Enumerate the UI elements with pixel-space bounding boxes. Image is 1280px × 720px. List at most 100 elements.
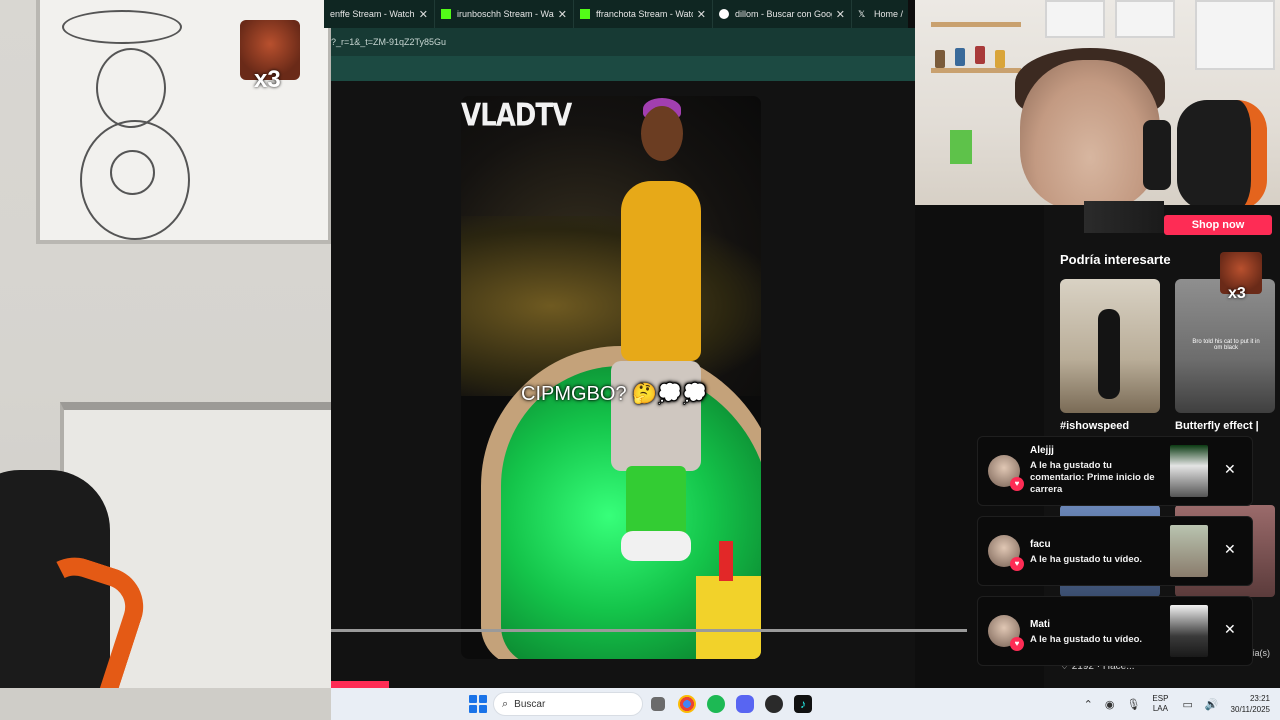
tab-label: enffe Stream - Watch Li (330, 9, 415, 19)
wall-poster (1195, 0, 1275, 70)
video-person-shoes (621, 531, 691, 561)
heart-icon: ♥ (1010, 557, 1024, 571)
chrome-icon[interactable] (678, 695, 696, 713)
close-icon[interactable]: ✕ (697, 8, 706, 21)
close-icon[interactable]: ✕ (558, 8, 567, 21)
heart-icon: ♥ (1010, 637, 1024, 651)
close-icon[interactable]: ✕ (836, 8, 845, 21)
avatar: ♥ (988, 615, 1024, 651)
video-person-head (641, 106, 683, 161)
tab-bar: enffe Stream - Watch Li ✕ irunboschh Str… (324, 0, 908, 28)
tab-enffe[interactable]: enffe Stream - Watch Li ✕ (324, 0, 435, 28)
video-player[interactable]: VLADTV CIPMGBO? 🤔💭💭 (461, 96, 761, 659)
recommended-video-card[interactable] (1060, 279, 1160, 413)
emote-multiplier: x3 (254, 66, 281, 93)
browser-window: enffe Stream - Watch Li ✕ irunboschh Str… (324, 0, 1019, 688)
discord-icon[interactable] (736, 695, 754, 713)
tiktok-accent-bar (331, 681, 389, 688)
tab-google-search[interactable]: dillom - Buscar con Goog ✕ (713, 0, 852, 28)
tab-label: Home / X (874, 9, 905, 19)
search-icon: ⌕ (502, 697, 509, 710)
address-bar[interactable]: ?_r=1&_t=ZM-91qZ2Ty85Gu (331, 28, 915, 56)
notification-toast[interactable]: ♥ Mati A le ha gustado tu vídeo. ✕ (977, 596, 1253, 666)
tab-label: dillom - Buscar con Goog (735, 9, 832, 19)
notification-message: A le ha gustado tu vídeo. (1030, 634, 1143, 645)
webcam-overlay (915, 0, 1280, 205)
notification-toast[interactable]: ♥ facu A le ha gustado tu vídeo. ✕ (977, 516, 1253, 586)
close-icon[interactable]: ✕ (419, 8, 428, 21)
video-progress-bar[interactable] (331, 629, 967, 632)
chevron-up-icon[interactable]: ⌃ (1084, 698, 1093, 711)
video-person-socks (626, 466, 686, 536)
file-explorer-icon[interactable] (651, 697, 665, 711)
video-person-pants (611, 361, 701, 471)
recommended-video-card[interactable]: Bro told his cat to put it in om black (1175, 279, 1275, 413)
shelf-middle (931, 68, 1021, 73)
wall-poster (1045, 0, 1105, 38)
stream-frame: x3 enffe Stream - Watch Li ✕ irunboschh … (0, 0, 1280, 720)
keyboard-layout: LAA (1152, 704, 1168, 713)
tiktok-icon[interactable]: ♪ (794, 695, 812, 713)
kick-favicon-icon (441, 9, 451, 19)
language-code: ESP (1152, 694, 1169, 703)
notification-thumbnail (1170, 605, 1208, 657)
obs-icon[interactable] (765, 695, 783, 713)
video-thumbnail-caption: Bro told his cat to put it in om black (1192, 339, 1260, 351)
google-favicon-icon (719, 9, 729, 19)
notification-toast[interactable]: ♥ Alejjj A le ha gustado tu comentario: … (977, 436, 1253, 506)
heart-icon: ♥ (1010, 477, 1024, 491)
tab-irunboschh[interactable]: irunboschh Stream - Watc ✕ (435, 0, 574, 28)
close-icon[interactable]: ✕ (1224, 541, 1236, 558)
notification-thumbnail (1170, 525, 1208, 577)
close-icon[interactable]: ✕ (1224, 621, 1236, 638)
timestamp-fragment: ía(s) (1252, 648, 1270, 658)
taskbar-search-input[interactable]: ⌕ Buscar (493, 692, 643, 716)
tab-label: ffranchota Stream - Watc (596, 9, 693, 19)
room-background-left: x3 (0, 0, 331, 688)
video-yellow-table (696, 576, 761, 659)
doodle-head (96, 48, 166, 128)
recommended-video-title[interactable]: Butterfly effect | (1175, 420, 1259, 432)
tab-label: irunboschh Stream - Watc (457, 9, 554, 19)
video-watermark: VLADTV (461, 98, 572, 134)
shelf-figure (975, 46, 985, 64)
language-indicator[interactable]: ESP LAA (1152, 694, 1168, 714)
avatar: ♥ (988, 455, 1024, 491)
microphone-icon[interactable]: 🎙 (1126, 698, 1140, 711)
streamer-face (1020, 60, 1160, 205)
video-person-hoodie (621, 181, 701, 361)
clock-date: 30/11/2025 (1230, 705, 1270, 714)
kick-favicon-icon (580, 9, 590, 19)
shelf-figure (995, 50, 1005, 68)
gaming-chair-right (1177, 100, 1267, 205)
wall-poster (1115, 0, 1175, 38)
shop-now-button[interactable]: Shop now (1164, 215, 1272, 235)
recommendations-title: Podría interesarte (1060, 252, 1171, 267)
tab-x-home[interactable]: 𝕏 Home / X (852, 0, 908, 28)
display-icon[interactable]: ▭ (1182, 698, 1192, 711)
spotify-icon[interactable] (707, 695, 725, 713)
system-tray: ⌃ ◉ 🎙 ESP LAA ▭ 🔊 23:21 30/11/2025 (1084, 688, 1270, 720)
x-favicon-icon: 𝕏 (858, 9, 866, 19)
windows-taskbar: ⌕ Buscar ♪ ⌃ ◉ 🎙 ESP LAA ▭ 🔊 23:21 30/11… (331, 688, 1280, 720)
creeper-figure (950, 130, 972, 164)
doodle-speech-bubble (62, 10, 182, 44)
network-icon[interactable]: ◉ (1105, 698, 1115, 711)
video-red-cup (719, 541, 733, 581)
shelf-top (931, 22, 1021, 27)
clock[interactable]: 23:21 30/11/2025 (1231, 693, 1270, 715)
url-text: ?_r=1&_t=ZM-91qZ2Ty85Gu (331, 37, 447, 47)
clock-time: 23:21 (1249, 694, 1270, 703)
notification-username: Alejjj (1030, 445, 1054, 456)
shelf-figure (935, 50, 945, 68)
close-icon[interactable]: ✕ (1224, 461, 1236, 478)
avatar: ♥ (988, 535, 1024, 571)
windows-start-icon[interactable] (469, 695, 487, 713)
room-floor-strip (0, 688, 331, 720)
recommended-video-title[interactable]: #ishowspeed (1060, 420, 1129, 432)
tab-ffranchota[interactable]: ffranchota Stream - Watc ✕ (574, 0, 713, 28)
page-header-strip (331, 56, 915, 81)
doodle-logo (110, 150, 155, 195)
volume-icon[interactable]: 🔊 (1205, 698, 1219, 711)
notification-message: A le ha gustado tu vídeo. (1030, 554, 1143, 565)
